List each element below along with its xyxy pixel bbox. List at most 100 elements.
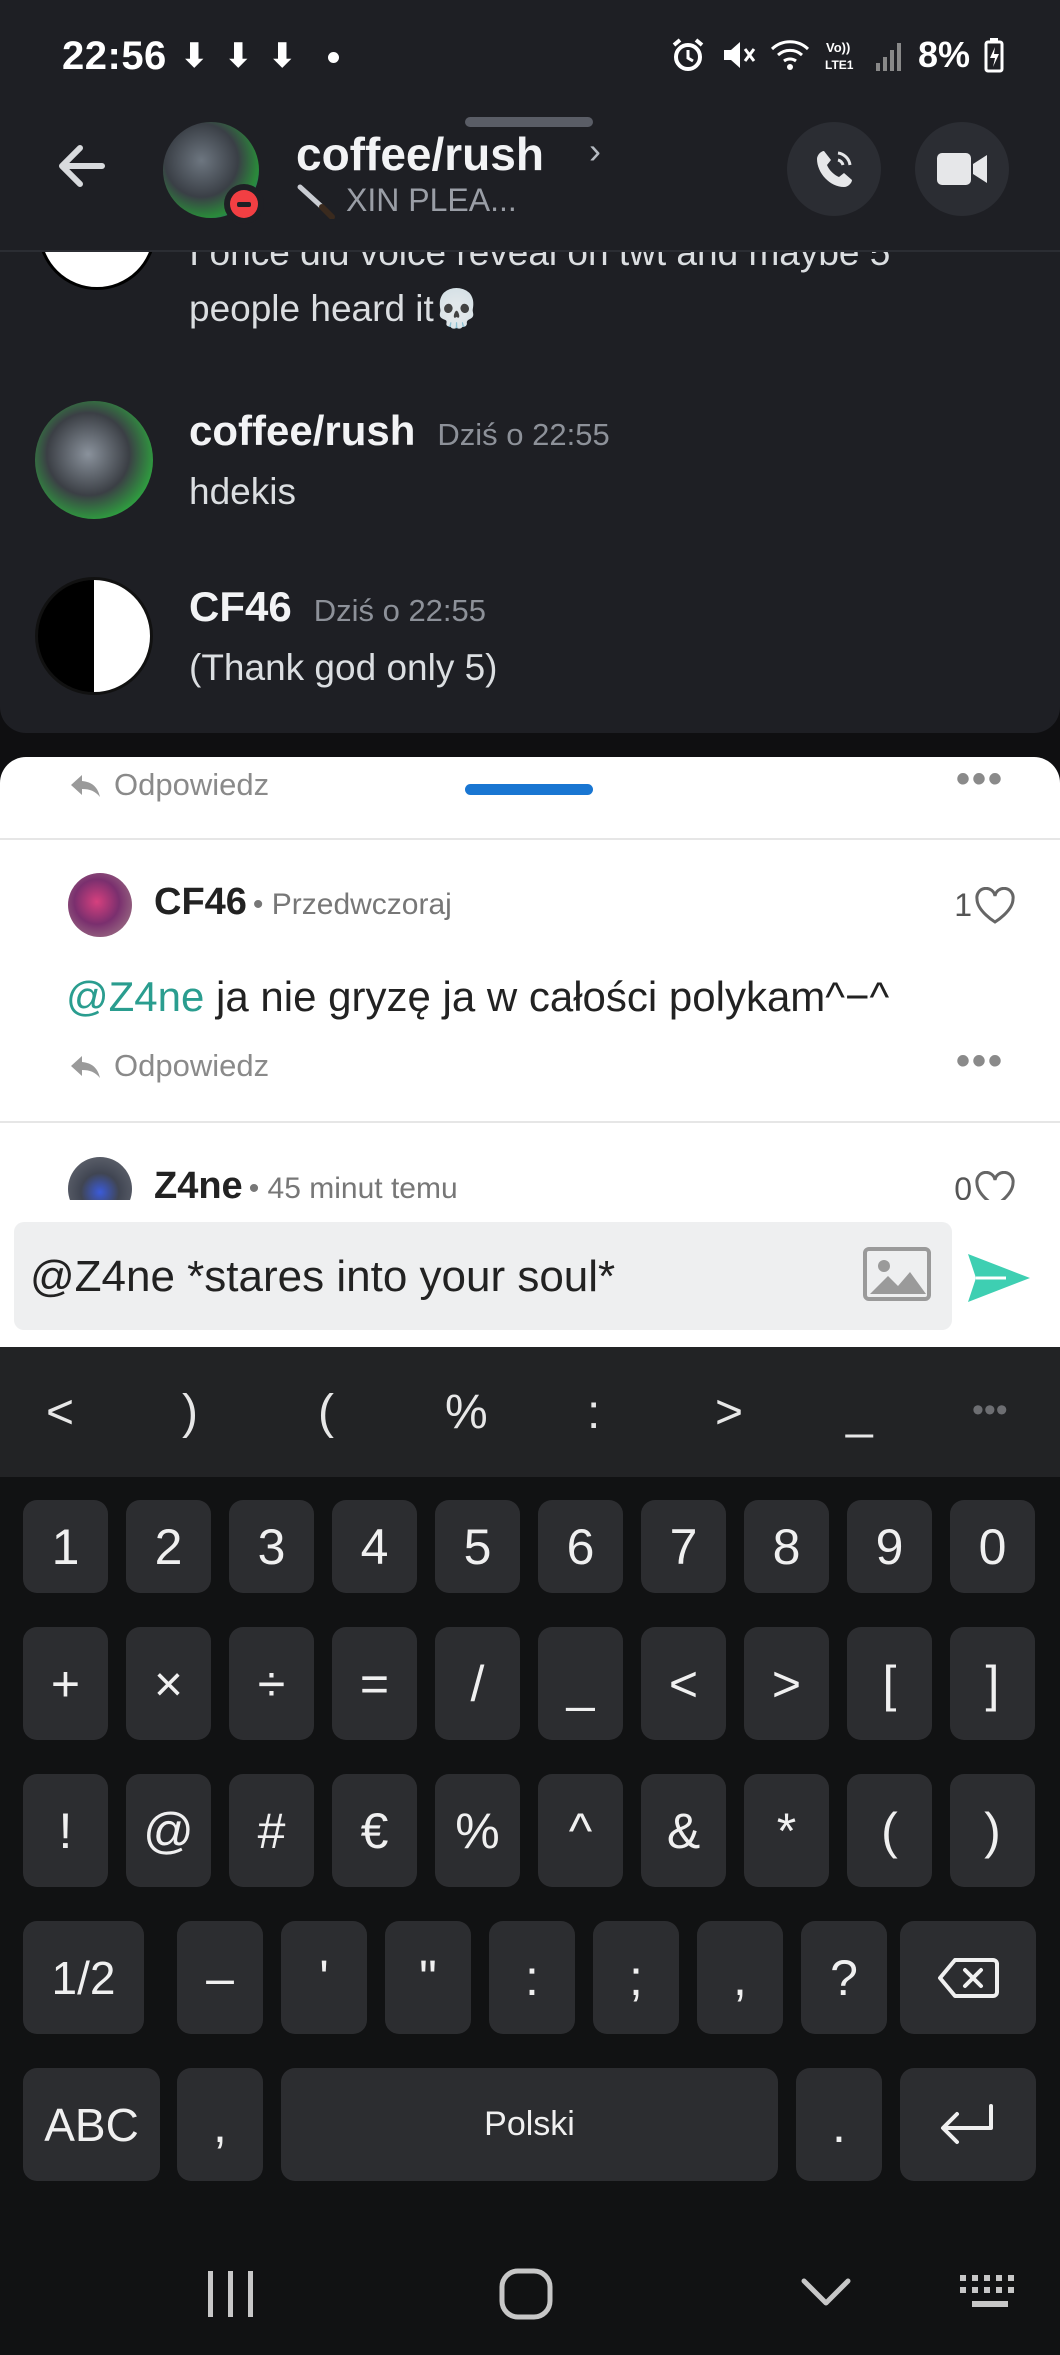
reply-button[interactable]: Odpowiedz <box>68 767 269 803</box>
voice-call-button[interactable] <box>787 122 881 216</box>
message-avatar[interactable] <box>35 577 153 695</box>
key[interactable]: > <box>744 1627 829 1740</box>
back-arrow-icon[interactable] <box>50 133 116 199</box>
key[interactable]: _ <box>538 1627 623 1740</box>
key[interactable]: + <box>23 1627 108 1740</box>
knife-icon <box>297 184 335 219</box>
symbol-key[interactable]: ) <box>182 1385 198 1440</box>
keyboard-switch-icon[interactable] <box>958 2273 1022 2313</box>
key[interactable]: " <box>385 1921 471 2034</box>
status-time: 22:56 <box>62 34 167 78</box>
key[interactable]: × <box>126 1627 211 1740</box>
key[interactable]: 0 <box>950 1500 1035 1593</box>
key[interactable]: < <box>641 1627 726 1740</box>
chat-title[interactable]: coffee/rush <box>296 127 544 181</box>
key[interactable]: @ <box>126 1774 211 1887</box>
reply-label[interactable]: Odpowiedz <box>114 1048 269 1084</box>
fraction-page-key[interactable]: 1/2 <box>23 1921 144 2034</box>
battery-percent: 8% <box>917 34 970 75</box>
more-options-icon[interactable]: ••• <box>956 1039 1004 1084</box>
wifi-icon <box>770 40 810 70</box>
video-call-button[interactable] <box>915 122 1009 216</box>
send-icon[interactable] <box>966 1250 1032 1306</box>
key[interactable]: ? <box>801 1921 887 2034</box>
key[interactable]: 3 <box>229 1500 314 1593</box>
message-author[interactable]: CF46 Dziś o 22:55 <box>189 583 486 631</box>
comment-author[interactable]: CF46 • Przedwczoraj <box>154 881 452 924</box>
key[interactable]: % <box>435 1774 520 1887</box>
heart-icon[interactable] <box>974 887 1016 925</box>
key[interactable]: ^ <box>538 1774 623 1887</box>
signal-icon <box>875 43 901 71</box>
like-count: 1 <box>954 887 972 923</box>
symbol-key[interactable]: % <box>445 1385 488 1440</box>
status-bar: 22:56 ⬇ ⬇ ⬇ Vo)) LTE1 8% <box>0 0 1060 115</box>
key[interactable]: 8 <box>744 1500 829 1593</box>
svg-text:Vo)): Vo)) <box>826 40 850 55</box>
key[interactable]: – <box>177 1921 263 2034</box>
author-name[interactable]: coffee/rush <box>189 407 415 454</box>
drag-handle[interactable] <box>465 117 593 127</box>
comma-key[interactable]: , <box>177 2068 263 2181</box>
key[interactable]: : <box>489 1921 575 2034</box>
symbol-key[interactable]: : <box>587 1385 600 1440</box>
discord-chat-panel: 22:56 ⬇ ⬇ ⬇ Vo)) LTE1 8% coffee/rush › XI… <box>0 0 1060 733</box>
key[interactable]: € <box>332 1774 417 1887</box>
backspace-key[interactable] <box>900 1921 1036 2034</box>
key[interactable]: = <box>332 1627 417 1740</box>
enter-key[interactable] <box>900 2068 1036 2181</box>
home-icon[interactable] <box>498 2267 554 2321</box>
key[interactable]: # <box>229 1774 314 1887</box>
key[interactable]: ; <box>593 1921 679 2034</box>
author-name[interactable]: CF46 <box>189 583 292 630</box>
key[interactable]: 2 <box>126 1500 211 1593</box>
message-avatar[interactable] <box>35 401 153 519</box>
more-options-icon[interactable]: ••• <box>956 757 1004 802</box>
message-avatar[interactable] <box>38 252 156 290</box>
comments-app-panel: Odpowiedz ••• CF46 • Przedwczoraj 1 @Z4ne… <box>0 757 1060 1347</box>
symbol-key[interactable]: > <box>715 1385 743 1440</box>
comment-avatar[interactable] <box>68 873 132 937</box>
reply-label[interactable]: Odpowiedz <box>114 767 269 803</box>
key[interactable]: ( <box>847 1774 932 1887</box>
key[interactable]: / <box>435 1627 520 1740</box>
key[interactable]: & <box>641 1774 726 1887</box>
comment-input[interactable]: @Z4ne *stares into your soul* <box>14 1222 952 1330</box>
message-list[interactable]: I once did voice reveal on twt and maybe… <box>0 252 1060 733</box>
key[interactable]: 5 <box>435 1500 520 1593</box>
key[interactable]: 6 <box>538 1500 623 1593</box>
chevron-right-icon[interactable]: › <box>589 130 601 172</box>
key[interactable]: ) <box>950 1774 1035 1887</box>
reply-button[interactable]: Odpowiedz <box>68 1048 269 1084</box>
comment-composer: @Z4ne *stares into your soul* <box>0 1200 1060 1347</box>
message-author[interactable]: coffee/rush Dziś o 22:55 <box>189 407 610 455</box>
key[interactable]: ÷ <box>229 1627 314 1740</box>
key[interactable]: ' <box>281 1921 367 2034</box>
key[interactable]: 9 <box>847 1500 932 1593</box>
key[interactable]: ] <box>950 1627 1035 1740</box>
key[interactable]: [ <box>847 1627 932 1740</box>
symbol-key[interactable]: ( <box>318 1385 334 1440</box>
symbol-key[interactable]: < <box>46 1385 74 1440</box>
message-text: (Thank god only 5) <box>189 647 498 688</box>
period-key[interactable]: . <box>796 2068 882 2181</box>
image-attach-icon[interactable] <box>862 1244 932 1304</box>
abc-key[interactable]: ABC <box>23 2068 160 2181</box>
comment-body: ja nie gryzę ja w całości polykam^−^ <box>204 973 890 1020</box>
download-icon: ⬇ <box>268 37 297 75</box>
mention-link[interactable]: @Z4ne <box>66 973 204 1020</box>
space-key[interactable]: Polski <box>281 2068 778 2181</box>
key[interactable]: 4 <box>332 1500 417 1593</box>
more-symbols-icon[interactable]: ••• <box>972 1391 1008 1430</box>
comment-input-value[interactable]: @Z4ne *stares into your soul* <box>30 1252 615 1302</box>
symbol-key[interactable]: _ <box>846 1385 873 1440</box>
key[interactable]: 7 <box>641 1500 726 1593</box>
key[interactable]: ! <box>23 1774 108 1887</box>
key[interactable]: * <box>744 1774 829 1887</box>
recents-icon[interactable] <box>204 2269 258 2319</box>
comment-author-name[interactable]: CF46 <box>154 881 247 923</box>
key[interactable]: 1 <box>23 1500 108 1593</box>
split-screen-handle[interactable] <box>465 784 593 795</box>
key[interactable]: , <box>697 1921 783 2034</box>
hide-keyboard-chevron-icon[interactable] <box>800 2275 852 2309</box>
